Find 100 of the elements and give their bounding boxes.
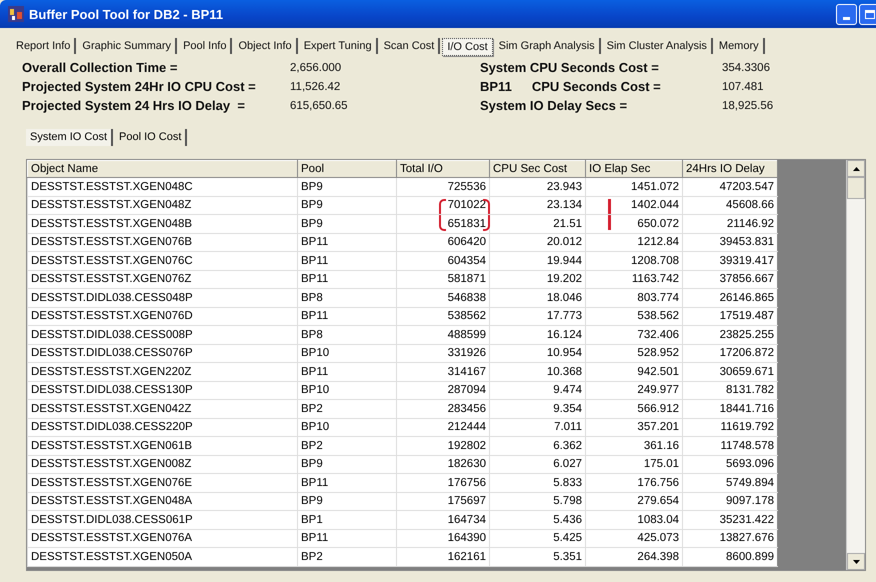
table-cell: DESSTST.ESSTST.XGEN048B — [28, 214, 298, 233]
table-cell: 176756 — [396, 474, 490, 492]
table-cell: 11748.578 — [682, 436, 778, 455]
table-cell: BP11 — [298, 270, 396, 288]
table-cell: BP8 — [298, 288, 396, 307]
table-cell: DESSTST.ESSTST.XGEN048Z — [28, 196, 298, 214]
table-cell: 8600.899 — [682, 548, 778, 566]
table-cell: 1212.84 — [586, 233, 682, 252]
table-cell: 23.134 — [490, 196, 586, 214]
table-cell: 23.943 — [490, 178, 586, 196]
table-cell: 164734 — [396, 510, 490, 529]
table-cell: 35231.422 — [682, 510, 778, 529]
table-cell: 249.977 — [586, 381, 682, 400]
table-cell: 175.01 — [586, 455, 682, 474]
table-cell: 5.798 — [490, 492, 586, 510]
column-header[interactable]: Object Name — [28, 160, 298, 178]
stat-label: System CPU Seconds Cost = — [480, 60, 659, 75]
tab[interactable]: Expert Tuning — [300, 38, 378, 54]
table-cell: 9097.178 — [682, 492, 778, 510]
stat-value: 11,526.42 — [290, 80, 340, 92]
table-cell: DESSTST.ESSTST.XGEN061B — [28, 436, 298, 455]
table-cell: 5749.894 — [682, 474, 778, 492]
table-cell: 803.774 — [586, 288, 682, 307]
tab[interactable]: Report Info — [12, 38, 76, 54]
table-cell: BP10 — [298, 344, 396, 362]
table-cell: 6.362 — [490, 436, 586, 455]
tab[interactable]: Pool IO Cost — [115, 129, 188, 146]
scroll-down-button[interactable] — [847, 553, 865, 570]
table-cell: 528.952 — [586, 344, 682, 362]
table-cell: DESSTST.ESSTST.XGEN008Z — [28, 455, 298, 474]
table-cell: BP2 — [298, 436, 396, 455]
table-cell: 279.654 — [586, 492, 682, 510]
table-cell: DESSTST.DIDL038.CESS130P — [28, 381, 298, 400]
tab[interactable]: Graphic Summary — [78, 38, 178, 54]
table-cell: 425.073 — [586, 529, 682, 548]
table-cell: 1208.708 — [586, 252, 682, 270]
table-cell: 942.501 — [586, 362, 682, 381]
table-cell: 7.011 — [490, 418, 586, 436]
stat-value: 2,656.000 — [290, 62, 342, 74]
table-cell: 361.16 — [586, 436, 682, 455]
table-cell: BP11 — [298, 362, 396, 381]
table-cell: 5.436 — [490, 510, 586, 529]
table-cell: 1083.04 — [586, 510, 682, 529]
table-cell: 488599 — [396, 326, 490, 344]
table-cell: 606420 — [396, 233, 490, 252]
tab[interactable]: System IO Cost — [26, 129, 114, 146]
scroll-thumb[interactable] — [847, 177, 865, 199]
table-cell: BP11 — [298, 474, 396, 492]
table-cell: 5.425 — [490, 529, 586, 548]
table-cell: BP11 — [298, 233, 396, 252]
table-cell: 212444 — [396, 418, 490, 436]
tab[interactable]: Sim Cluster Analysis — [602, 38, 713, 54]
table-cell: 1163.742 — [586, 270, 682, 288]
tab[interactable]: Memory — [714, 38, 765, 54]
table-cell: 10.954 — [490, 344, 586, 362]
tab[interactable]: Object Info — [234, 38, 298, 54]
table-cell: 17.773 — [490, 307, 586, 326]
table-cell: 701022 — [396, 196, 490, 214]
table-cell: BP9 — [298, 196, 396, 214]
table-cell: 30659.671 — [682, 362, 778, 381]
table-cell: 314167 — [396, 362, 490, 381]
column-header[interactable]: CPU Sec Cost — [490, 160, 586, 178]
up-arrow-icon — [852, 166, 860, 170]
tab[interactable]: Scan Cost — [380, 38, 440, 54]
table-cell: 287094 — [396, 381, 490, 400]
table-cell: DESSTST.ESSTST.XGEN220Z — [28, 362, 298, 381]
scroll-up-button[interactable] — [847, 160, 865, 177]
column-header[interactable]: Pool — [298, 160, 396, 178]
tab[interactable]: Pool Info — [179, 38, 232, 54]
column-header[interactable]: 24Hrs IO Delay — [682, 160, 778, 178]
stat-label: Projected System 24Hr IO CPU Cost = — [22, 79, 256, 94]
scrollbar[interactable] — [846, 160, 865, 570]
down-arrow-icon — [852, 560, 860, 564]
table-cell: 6.027 — [490, 455, 586, 474]
table-cell: 23825.255 — [682, 326, 778, 344]
window-title: Buffer Pool Tool for DB2 - BP11 — [29, 6, 224, 22]
tab[interactable]: I/O Cost — [442, 38, 493, 56]
table-cell: 581871 — [396, 270, 490, 288]
table-cell: 175697 — [396, 492, 490, 510]
table-cell: DESSTST.ESSTST.XGEN050A — [28, 548, 298, 566]
stat-label: System IO Delay Secs = — [480, 98, 628, 113]
column-header[interactable]: Total I/O — [396, 160, 490, 178]
table-cell: BP9 — [298, 178, 396, 196]
tab[interactable]: Sim Graph Analysis — [494, 38, 601, 54]
table-cell: DESSTST.ESSTST.XGEN076D — [28, 307, 298, 326]
table-cell: DESSTST.ESSTST.XGEN076Z — [28, 270, 298, 288]
table-cell: 11619.792 — [682, 418, 778, 436]
table-cell: 538562 — [396, 307, 490, 326]
table-cell: 8131.782 — [682, 381, 778, 400]
table-cell: 9.354 — [490, 400, 586, 418]
table-cell: BP10 — [298, 381, 396, 400]
maximize-button[interactable] — [859, 4, 876, 24]
minimize-button[interactable] — [836, 4, 857, 24]
table-cell: 39319.417 — [682, 252, 778, 270]
column-header[interactable]: IO Elap Sec — [586, 160, 682, 178]
table-cell: 5693.096 — [682, 455, 778, 474]
table-cell: DESSTST.ESSTST.XGEN076E — [28, 474, 298, 492]
table-cell: 10.368 — [490, 362, 586, 381]
stat-value: 18,925.56 — [722, 100, 774, 112]
table-cell: 18.046 — [490, 288, 586, 307]
